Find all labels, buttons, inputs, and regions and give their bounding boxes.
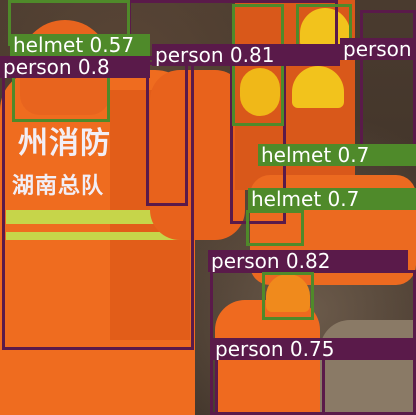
detection-label-person-082: person 0.82: [208, 250, 408, 272]
detection-label-person-075: person 0.75: [212, 338, 416, 360]
detection-label-helmet-057: helmet 0.57: [10, 34, 150, 56]
person-box-center: [146, 56, 188, 206]
detection-label-person-081: person 0.81: [152, 44, 340, 66]
annotated-photo: 州消防 湖南总队 helmet 0.57 person 0.8 person 0…: [0, 0, 416, 415]
person-box-bottom: [215, 355, 325, 415]
detection-label-helmet-07-mid: helmet 0.7: [248, 188, 416, 210]
detection-label-person-08-left: person 0.8: [0, 56, 150, 78]
helmet-box-right-mid: [246, 210, 304, 246]
detection-label-helmet-07-top: helmet 0.7: [258, 144, 416, 166]
helmet-box-main: [12, 72, 110, 122]
helmet-box-orange: [262, 272, 314, 320]
person-box-far-right: [360, 10, 416, 150]
detection-label-person-08-right: person 0.8: [340, 38, 416, 60]
